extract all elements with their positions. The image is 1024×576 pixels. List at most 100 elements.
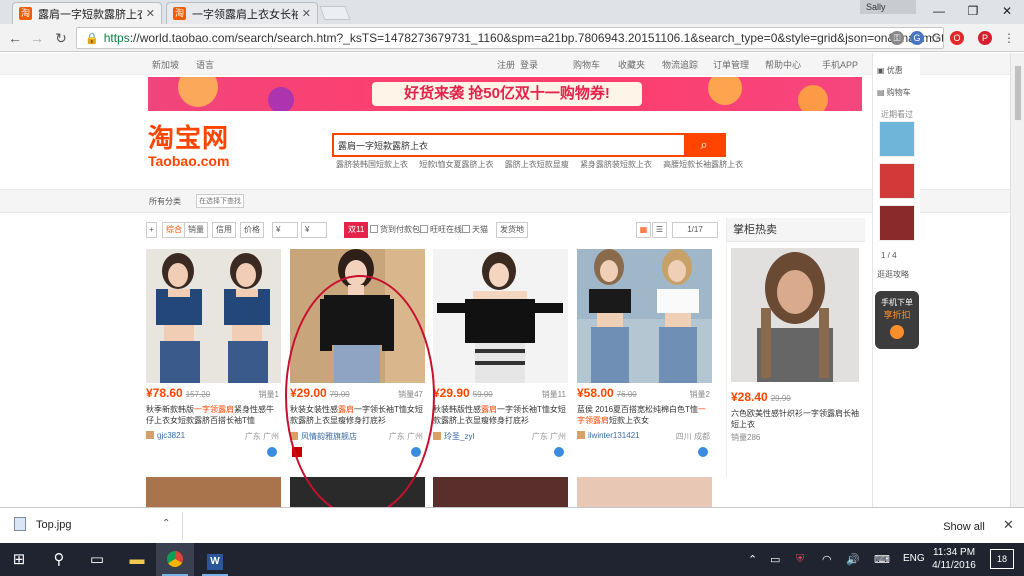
orders-link[interactable]: 订单管理 — [713, 58, 749, 71]
hot-term[interactable]: 高腰短款长袖露脐上衣 — [663, 160, 743, 169]
all-categories-label[interactable]: 所有分类 — [149, 196, 181, 207]
region-selector[interactable]: 新加坡 — [152, 58, 179, 71]
shop-link[interactable]: ilwinter131421 — [577, 431, 640, 440]
shop-link[interactable]: gjc3821 — [146, 431, 185, 440]
pinterest-icon[interactable]: P — [978, 31, 992, 45]
cart-float-link[interactable]: ▤ 购物车 — [877, 87, 911, 98]
tab-second[interactable]: 淘 一字领露肩上衣女长袖t恤 ✕ — [166, 2, 318, 24]
hot-term[interactable]: 紧身露脐装短款上衣 — [580, 160, 652, 169]
product-title[interactable]: 秋装韩版性感露肩一字领长袖T恤女短款露脐上衣显瘦修身打底衫 — [433, 404, 568, 428]
recent-pager[interactable]: 1 / 4 — [881, 251, 897, 260]
word-icon[interactable]: W — [196, 543, 234, 576]
price-from-input[interactable]: ¥ — [272, 222, 298, 238]
sort-default[interactable]: 综合 — [162, 222, 186, 238]
battery-icon[interactable]: ▭ — [770, 553, 780, 566]
pager[interactable]: 1/17 — [672, 222, 718, 238]
register-link[interactable]: 注册 — [497, 58, 515, 71]
scrollbar-thumb[interactable] — [1014, 65, 1022, 121]
new-tab-button[interactable] — [319, 6, 351, 20]
forward-icon[interactable]: → — [26, 28, 48, 48]
price-to-input[interactable]: ¥ — [301, 222, 327, 238]
language-selector[interactable]: 语言 — [196, 58, 214, 71]
show-all-button[interactable]: Show all — [936, 516, 992, 536]
product-card[interactable]: ¥58.00 76.00 销量2 蓝侯 2016夏百搭宽松纯棉白色T恤一字领露肩短… — [577, 249, 712, 463]
reload-icon[interactable]: ↻ — [50, 28, 72, 48]
tab-active[interactable]: 淘 露肩一字短款露脐上衣_ ✕ — [12, 2, 162, 24]
product-image[interactable] — [146, 249, 281, 383]
list-view-icon[interactable]: ☰ — [652, 222, 667, 238]
help-link[interactable]: 帮助中心 — [765, 58, 801, 71]
guide-link[interactable]: 逛逛攻略 — [877, 269, 909, 280]
ship-from-select[interactable]: 发货地 — [496, 222, 528, 238]
filter-online[interactable]: 旺旺在线 — [420, 224, 462, 235]
opera-extension-icon[interactable]: O — [950, 31, 964, 45]
product-image-row2[interactable] — [433, 477, 568, 507]
category-filter-input[interactable] — [196, 194, 244, 208]
address-bar[interactable]: 🔒 https://world.taobao.com/search/search.… — [76, 27, 944, 49]
hot-term[interactable]: 露脐上衣短款显瘦 — [505, 160, 569, 169]
tray-expand-icon[interactable]: ⌃ — [748, 553, 757, 566]
sort-price[interactable]: 价格 — [240, 222, 264, 238]
product-image-row2[interactable] — [146, 477, 281, 507]
minimize-icon[interactable]: — — [922, 0, 956, 22]
key-icon[interactable]: ⚿ — [890, 31, 904, 45]
double11-badge[interactable]: 双11 — [344, 222, 369, 238]
favorites-link[interactable]: 收藏夹 — [618, 58, 645, 71]
profile-button[interactable]: Sally — [860, 0, 916, 14]
keyboard-icon[interactable]: ⌨ — [874, 553, 890, 566]
recent-item-thumb[interactable] — [879, 121, 915, 157]
sort-sales[interactable]: 销量 — [184, 222, 208, 238]
expand-icon[interactable]: + — [146, 222, 157, 238]
product-title[interactable]: 秋季新款韩版一字领露肩紧身性感牛仔上衣女短款露脐百搭长袖T恤 — [146, 404, 281, 428]
product-card[interactable]: ¥78.60 157.20 销量1 秋季新款韩版一字领露肩紧身性感牛仔上衣女短款露… — [146, 249, 281, 463]
product-image-row2[interactable] — [577, 477, 712, 507]
menu-icon[interactable]: ⋮ — [1002, 31, 1016, 45]
windows-start-icon[interactable]: ⊞ — [0, 543, 38, 576]
promo-banner[interactable]: 好货来袭 抢50亿双十一购物券! — [148, 77, 862, 111]
side-ad-desc[interactable]: 六色欧美性感针织衫一字领露肩长袖短上衣 — [731, 408, 859, 430]
product-card[interactable]: ¥29.90 59.00 销量11 秋装韩版性感露肩一字领长袖T恤女短款露脐上衣显… — [433, 249, 568, 463]
search-icon[interactable]: ⚲ — [40, 543, 78, 576]
product-title[interactable]: 蓝侯 2016夏百搭宽松纯棉白色T恤一字领露肩短款上衣女 — [577, 404, 712, 428]
page-scrollbar[interactable] — [1010, 53, 1024, 507]
product-image[interactable] — [433, 249, 568, 383]
back-icon[interactable]: ← — [4, 28, 26, 48]
volume-icon[interactable]: 🔊 — [846, 553, 860, 566]
chrome-icon[interactable] — [156, 543, 194, 576]
wifi-icon[interactable]: ◠ — [822, 553, 832, 566]
recent-item-thumb[interactable] — [879, 205, 915, 241]
close-tab-icon[interactable]: ✕ — [302, 7, 311, 20]
notification-center-icon[interactable]: 18 — [990, 549, 1014, 569]
chevron-up-icon[interactable]: ⌃ — [162, 518, 170, 529]
task-view-icon[interactable]: ▭ — [78, 543, 116, 576]
mobile-promo[interactable]: 手机下单 享折扣 — [875, 291, 919, 349]
hot-term[interactable]: 露脐装韩国短款上衣 — [336, 160, 408, 169]
close-window-icon[interactable]: ✕ — [990, 0, 1024, 22]
translate-icon[interactable]: G — [910, 31, 924, 45]
hot-term[interactable]: 短款t恤女夏露脐上衣 — [419, 160, 493, 169]
recent-item-thumb[interactable] — [879, 163, 915, 199]
search-button[interactable]: ⌕ — [684, 135, 724, 155]
wangwang-chat-icon[interactable] — [554, 447, 564, 457]
language-indicator[interactable]: ENG — [903, 553, 925, 564]
wangwang-chat-icon[interactable] — [698, 447, 708, 457]
filter-tmall[interactable]: 天猫 — [462, 224, 488, 235]
login-link[interactable]: 登录 — [520, 58, 538, 71]
restore-icon[interactable]: ❐ — [956, 0, 990, 22]
coupon-link[interactable]: ▣ 优惠 — [877, 65, 903, 76]
file-explorer-icon[interactable]: ▬ — [118, 543, 156, 576]
shop-link[interactable]: 玲圣_zyl — [433, 431, 474, 442]
search-input[interactable] — [334, 135, 686, 155]
close-tab-icon[interactable]: ✕ — [146, 7, 155, 20]
logistics-link[interactable]: 物流追踪 — [662, 58, 698, 71]
mobile-app-link[interactable]: 手机APP — [822, 58, 858, 71]
product-image[interactable] — [577, 249, 712, 383]
sort-credit[interactable]: 信用 — [212, 222, 236, 238]
clock[interactable]: 11:34 PM 4/11/2016 — [930, 546, 978, 572]
cart-link[interactable]: 购物车 — [573, 58, 600, 71]
wangwang-chat-icon[interactable] — [267, 447, 277, 457]
close-icon[interactable]: ✕ — [1003, 517, 1014, 533]
bookmark-star-icon[interactable]: ☆ — [928, 31, 942, 45]
download-item[interactable]: Top.jpg — [14, 517, 71, 531]
side-ad-image[interactable] — [731, 248, 859, 382]
